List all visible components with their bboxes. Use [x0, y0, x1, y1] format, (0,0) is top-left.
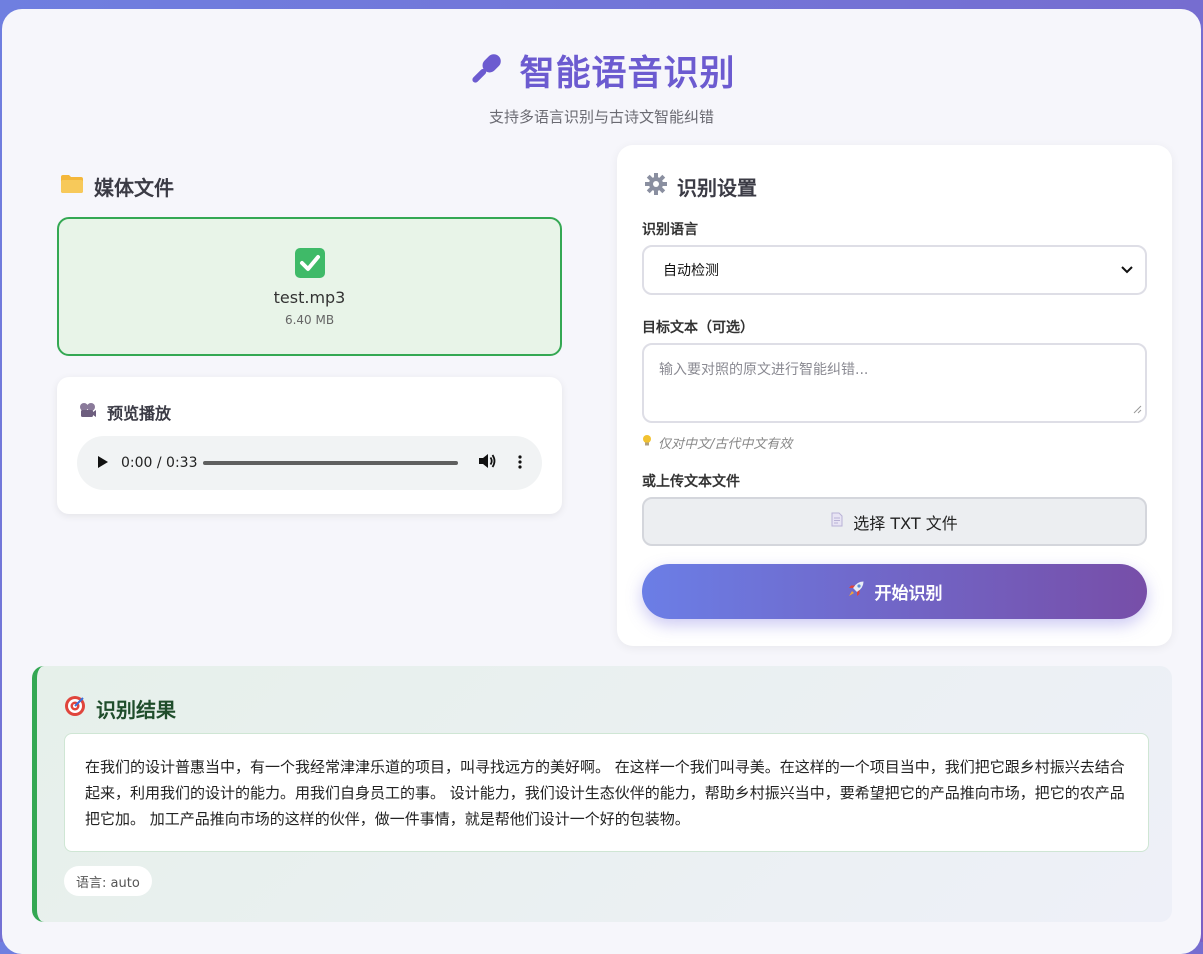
settings-section-label: 识别设置: [677, 176, 757, 200]
preview-title: 预览播放: [79, 400, 171, 424]
start-recognition-label: 开始识别: [874, 584, 943, 604]
result-card: 识别结果 在我们的设计普惠当中，有一个我经常津津乐道的项目，叫寻找远方的美好啊。…: [32, 666, 1172, 922]
header: 智能语音识别 支持多语言识别与古诗文智能纠错: [2, 45, 1201, 127]
settings-card: 识别设置 识别语言 自动检测 目标文本（可选） 输入要对照的原文进行智能纠错..…: [617, 145, 1172, 646]
target-text-placeholder: 输入要对照的原文进行智能纠错...: [659, 362, 869, 378]
document-icon: [831, 512, 843, 531]
film-projector-icon: [79, 402, 97, 422]
target-text-input[interactable]: 输入要对照的原文进行智能纠错...: [642, 343, 1147, 423]
file-size: 6.40 MB: [284, 313, 335, 327]
app-window: 智能语音识别 支持多语言识别与古诗文智能纠错 媒体文件 test.mp3 6.4…: [2, 9, 1201, 954]
settings-section-title: 识别设置: [645, 172, 757, 201]
language-badge: 语言: auto: [64, 866, 152, 896]
preview-label: 预览播放: [107, 404, 172, 423]
target-icon: [64, 695, 86, 722]
result-text: 在我们的设计普惠当中，有一个我经常津津乐道的项目，叫寻找远方的美好啊。 在这样一…: [85, 758, 1125, 828]
page-subtitle: 支持多语言识别与古诗文智能纠错: [488, 108, 714, 126]
media-section-label: 媒体文件: [94, 176, 174, 200]
volume-icon[interactable]: [478, 453, 496, 473]
file-name: test.mp3: [273, 288, 346, 307]
preview-card: 预览播放 0:00 / 0:33: [57, 377, 562, 514]
chevron-down-icon: [1121, 262, 1133, 278]
language-select[interactable]: 自动检测: [642, 245, 1147, 295]
check-icon: [294, 247, 326, 279]
upload-txt-label: 选择 TXT 文件: [853, 513, 958, 533]
upload-txt-button[interactable]: 选择 TXT 文件: [642, 497, 1147, 546]
language-label: 识别语言: [642, 222, 698, 238]
hint-label: 仅对中文/古代中文有效: [658, 437, 793, 452]
media-section-title: 媒体文件: [60, 172, 174, 201]
hint-text: 仅对中文/古代中文有效: [642, 433, 792, 452]
upload-label: 或上传文本文件: [642, 474, 740, 490]
result-section-title: 识别结果: [64, 694, 176, 723]
microphone-icon: [467, 50, 505, 92]
audio-player[interactable]: 0:00 / 0:33: [77, 436, 542, 490]
start-recognition-button[interactable]: 开始识别: [642, 564, 1147, 619]
lightbulb-icon: [642, 434, 652, 451]
more-options-icon[interactable]: [518, 454, 522, 473]
result-section-label: 识别结果: [96, 698, 176, 722]
play-icon[interactable]: [97, 454, 109, 473]
page-title: 智能语音识别: [519, 54, 736, 94]
target-text-label: 目标文本（可选）: [642, 320, 754, 336]
uploaded-file-box[interactable]: test.mp3 6.40 MB: [57, 217, 562, 356]
folder-icon: [60, 174, 84, 199]
language-select-value: 自动检测: [663, 263, 719, 279]
resize-grip-icon[interactable]: [1133, 402, 1142, 418]
audio-time: 0:00 / 0:33: [121, 455, 198, 471]
rocket-icon: [847, 580, 865, 603]
audio-progress-track[interactable]: [203, 461, 458, 465]
gear-icon: [645, 173, 667, 200]
result-text-box: 在我们的设计普惠当中，有一个我经常津津乐道的项目，叫寻找远方的美好啊。 在这样一…: [64, 733, 1149, 852]
